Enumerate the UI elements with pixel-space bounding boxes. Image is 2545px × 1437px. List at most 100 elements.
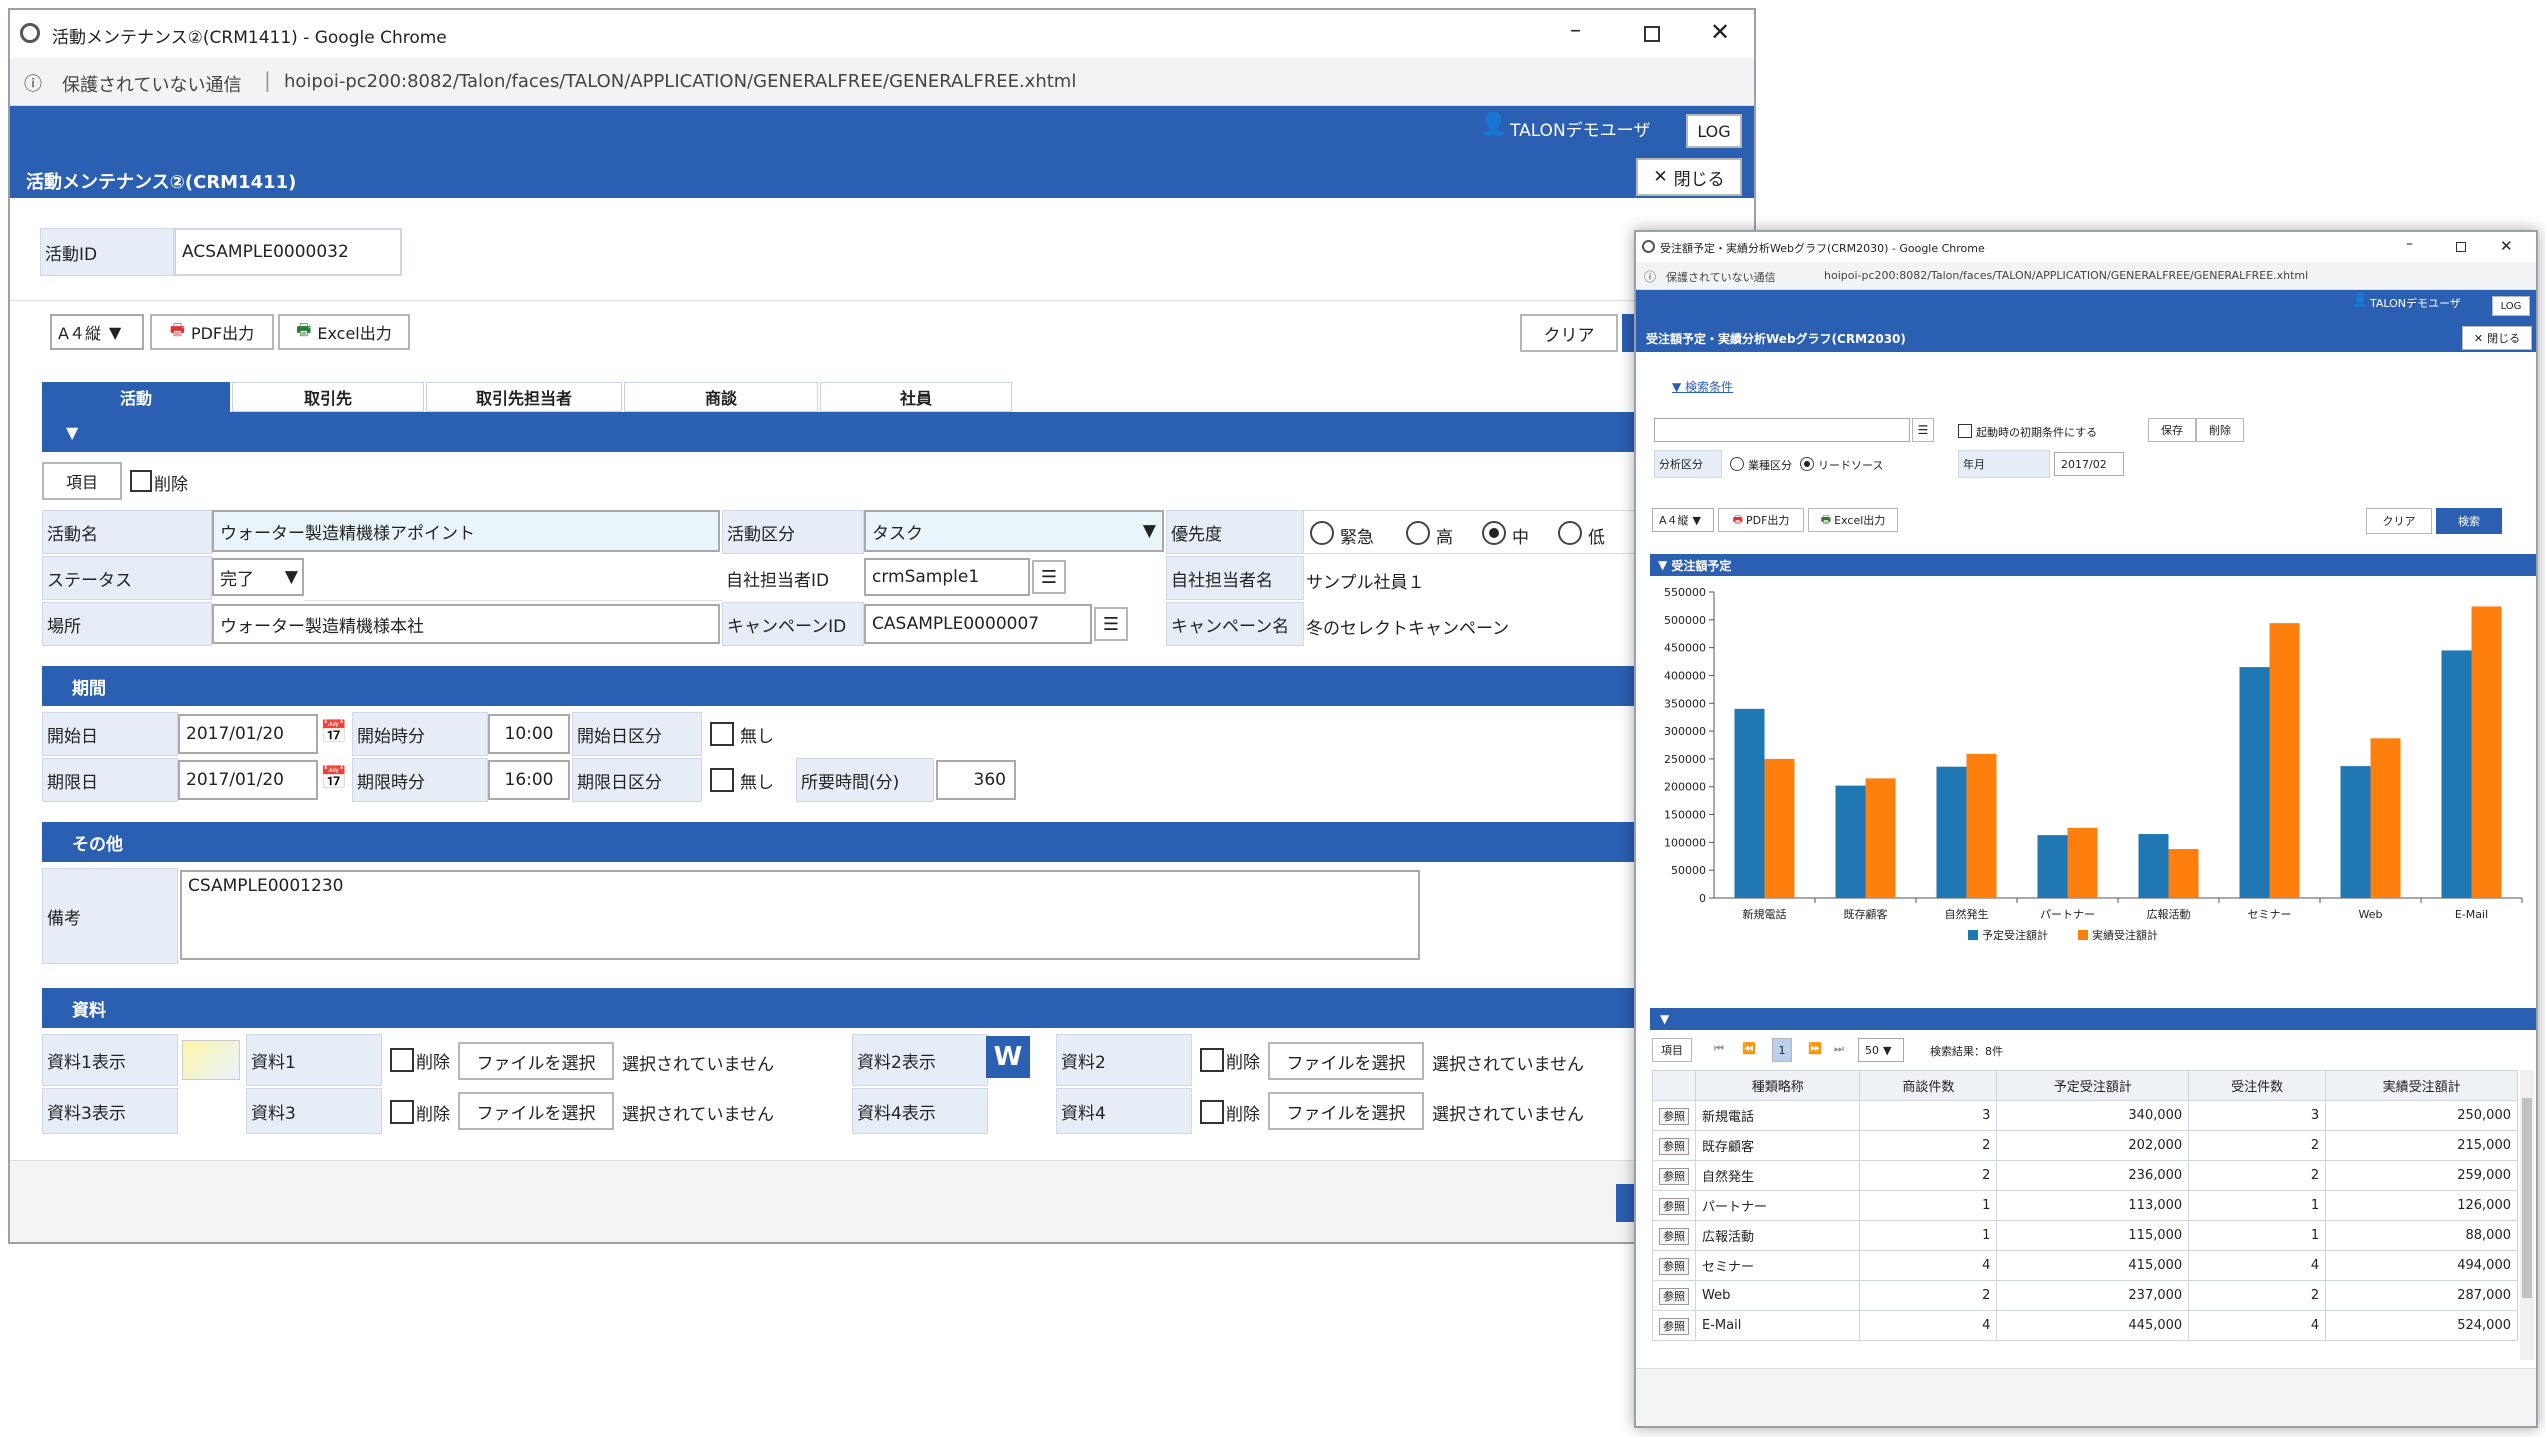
doc3-delete-checkbox[interactable] bbox=[390, 1100, 414, 1124]
start-time-field[interactable]: 10:00 bbox=[488, 714, 570, 754]
owner-id-field[interactable]: crmSample1 bbox=[864, 558, 1030, 596]
init-condition-checkbox[interactable] bbox=[1958, 424, 1972, 438]
item-button[interactable]: 項目 bbox=[42, 462, 122, 500]
doc4-delete-checkbox[interactable] bbox=[1200, 1100, 1224, 1124]
ref-button[interactable]: 参照 bbox=[1659, 1317, 1689, 1335]
saved-condition-field[interactable] bbox=[1654, 418, 1910, 442]
pdf-button[interactable]: 🖶 PDF出力 bbox=[150, 314, 274, 350]
industry-radio[interactable] bbox=[1730, 457, 1744, 471]
grid-section-header[interactable]: ▼ bbox=[1650, 1008, 2536, 1030]
tab-activity[interactable]: 活動 bbox=[42, 382, 230, 412]
address-bar[interactable]: ⓘ 保護されていない通信 hoipoi-pc200:8082/Talon/fac… bbox=[1636, 262, 2536, 290]
end-time-field[interactable]: 16:00 bbox=[488, 760, 570, 800]
calendar-icon[interactable]: 📅 bbox=[320, 720, 347, 745]
close-button[interactable]: ✕ 閉じる bbox=[2462, 326, 2532, 350]
search-conditions-toggle[interactable]: ▼ 検索条件 bbox=[1672, 378, 1733, 395]
ref-button[interactable]: 参照 bbox=[1659, 1287, 1689, 1305]
close-window-icon[interactable]: ✕ bbox=[2500, 237, 2513, 255]
ref-button[interactable]: 参照 bbox=[1659, 1167, 1689, 1185]
close-button[interactable]: ✕ 閉じる bbox=[1636, 158, 1742, 196]
owner-id-list-icon[interactable]: ☰ bbox=[1032, 560, 1066, 594]
doc1-delete-checkbox[interactable] bbox=[390, 1048, 414, 1072]
page-number[interactable]: 1 bbox=[1772, 1038, 1792, 1062]
save-button[interactable]: 保存 bbox=[2148, 418, 2196, 442]
col-planned-total-header[interactable]: 予定受注額計 bbox=[1996, 1070, 2190, 1101]
close-window-icon[interactable]: ✕ bbox=[1710, 18, 1730, 46]
table-row[interactable]: 参照 自然発生 2 236,000 2 259,000 bbox=[1652, 1160, 2518, 1191]
priority-high-radio[interactable] bbox=[1406, 521, 1430, 545]
delete-button[interactable]: 削除 bbox=[2196, 418, 2244, 442]
table-row[interactable]: 参照 広報活動 1 115,000 1 88,000 bbox=[1652, 1220, 2518, 1251]
tab-bar[interactable]: ▼ bbox=[42, 412, 1754, 452]
start-date-field[interactable]: 2017/01/20 bbox=[178, 714, 318, 754]
table-row[interactable]: 参照 E-Mail 4 445,000 4 524,000 bbox=[1652, 1310, 2518, 1341]
doc2-delete-checkbox[interactable] bbox=[1200, 1048, 1224, 1072]
calendar-icon[interactable]: 📅 bbox=[320, 766, 347, 791]
ref-button[interactable]: 参照 bbox=[1659, 1197, 1689, 1215]
tab-employee[interactable]: 社員 bbox=[820, 382, 1012, 412]
paper-size-select[interactable]: A４縦 ▼ bbox=[50, 314, 144, 350]
url-text[interactable]: hoipoi-pc200:8082/Talon/faces/TALON/APPL… bbox=[284, 71, 1076, 92]
tab-deal[interactable]: 商談 bbox=[624, 382, 818, 412]
table-row[interactable]: 参照 セミナー 4 415,000 4 494,000 bbox=[1652, 1250, 2518, 1281]
doc4-choose-file-button[interactable]: ファイルを選択 bbox=[1268, 1092, 1424, 1130]
activity-name-field[interactable]: ウォーター製造精機様アポイント bbox=[212, 510, 720, 552]
condition-list-icon[interactable]: ☰ bbox=[1912, 418, 1934, 442]
last-page-icon[interactable]: ⏭ bbox=[1834, 1042, 1844, 1056]
ref-button[interactable]: 参照 bbox=[1659, 1137, 1689, 1155]
start-kind-checkbox[interactable] bbox=[710, 722, 734, 746]
ref-button[interactable]: 参照 bbox=[1659, 1257, 1689, 1275]
search-button[interactable]: 検索 bbox=[2436, 508, 2502, 534]
excel-button[interactable]: 🖶 Excel出力 bbox=[1808, 508, 1898, 532]
url-text[interactable]: hoipoi-pc200:8082/Talon/faces/TALON/APPL… bbox=[1824, 269, 2308, 282]
lead-source-radio[interactable] bbox=[1800, 457, 1814, 471]
col-actual-total-header[interactable]: 実績受注額計 bbox=[2325, 1070, 2518, 1101]
tab-customer-contact[interactable]: 取引先担当者 bbox=[426, 382, 622, 412]
word-doc-icon[interactable]: W bbox=[986, 1036, 1030, 1078]
triangle-down-icon[interactable]: ▼ bbox=[66, 423, 78, 442]
activity-id-field[interactable]: ACSAMPLE0000032 bbox=[174, 228, 402, 276]
priority-urgent-radio[interactable] bbox=[1310, 521, 1334, 545]
place-field[interactable]: ウォーター製造精機様本社 bbox=[212, 604, 720, 644]
scroll-thumb[interactable] bbox=[2522, 1098, 2532, 1298]
table-row[interactable]: 参照 新規電話 3 340,000 3 250,000 bbox=[1652, 1100, 2518, 1131]
maximize-icon[interactable] bbox=[1644, 26, 1660, 42]
doc2-choose-file-button[interactable]: ファイルを選択 bbox=[1268, 1042, 1424, 1080]
status-select[interactable]: 完了 ▼ bbox=[212, 558, 304, 596]
table-row[interactable]: 参照 Web 2 237,000 2 287,000 bbox=[1652, 1280, 2518, 1311]
delete-checkbox[interactable] bbox=[130, 470, 152, 492]
ref-button[interactable]: 参照 bbox=[1659, 1227, 1689, 1245]
log-button[interactable]: LOG bbox=[2492, 296, 2530, 316]
campaign-id-field[interactable]: CASAMPLE0000007 bbox=[864, 604, 1092, 644]
clear-button[interactable]: クリア bbox=[1520, 314, 1618, 352]
note-textarea[interactable]: CSAMPLE0001230 bbox=[180, 870, 1420, 960]
paper-size-select[interactable]: A４縦 ▼ bbox=[1652, 508, 1714, 532]
minimize-icon[interactable]: – bbox=[1570, 18, 1581, 43]
col-order-count-header[interactable]: 受注件数 bbox=[2188, 1070, 2327, 1101]
campaign-id-list-icon[interactable]: ☰ bbox=[1094, 607, 1128, 641]
tab-customer[interactable]: 取引先 bbox=[232, 382, 424, 412]
ref-button[interactable]: 参照 bbox=[1659, 1107, 1689, 1125]
page-size-select[interactable]: 50 ▼ bbox=[1858, 1038, 1904, 1062]
priority-low-radio[interactable] bbox=[1558, 521, 1582, 545]
log-button[interactable]: LOG bbox=[1686, 114, 1742, 148]
first-page-icon[interactable]: ⏮ bbox=[1714, 1042, 1724, 1056]
table-row[interactable]: 参照 既存顧客 2 202,000 2 215,000 bbox=[1652, 1130, 2518, 1161]
excel-button[interactable]: 🖶 Excel出力 bbox=[278, 314, 410, 350]
activity-type-select[interactable]: タスク ▼ bbox=[864, 510, 1164, 552]
doc1-thumbnail-image[interactable] bbox=[182, 1040, 240, 1080]
prev-page-icon[interactable]: ⏪ bbox=[1742, 1042, 1756, 1055]
end-date-field[interactable]: 2017/01/20 bbox=[178, 760, 318, 800]
grid-scrollbar[interactable] bbox=[2520, 1070, 2534, 1360]
col-deal-count-header[interactable]: 商談件数 bbox=[1859, 1070, 1998, 1101]
next-page-icon[interactable]: ⏩ bbox=[1808, 1042, 1822, 1055]
doc3-choose-file-button[interactable]: ファイルを選択 bbox=[458, 1092, 614, 1130]
chart-section-header[interactable]: ▼ 受注額予定 bbox=[1650, 554, 2536, 576]
doc1-choose-file-button[interactable]: ファイルを選択 bbox=[458, 1042, 614, 1080]
grid-item-button[interactable]: 項目 bbox=[1652, 1038, 1692, 1062]
col-type-header[interactable]: 種類略称 bbox=[1694, 1070, 1861, 1101]
end-kind-checkbox[interactable] bbox=[710, 768, 734, 792]
maximize-icon[interactable] bbox=[2456, 242, 2466, 252]
address-bar[interactable]: ⓘ 保護されていない通信 | hoipoi-pc200:8082/Talon/f… bbox=[10, 58, 1754, 106]
table-row[interactable]: 参照 パートナー 1 113,000 1 126,000 bbox=[1652, 1190, 2518, 1221]
